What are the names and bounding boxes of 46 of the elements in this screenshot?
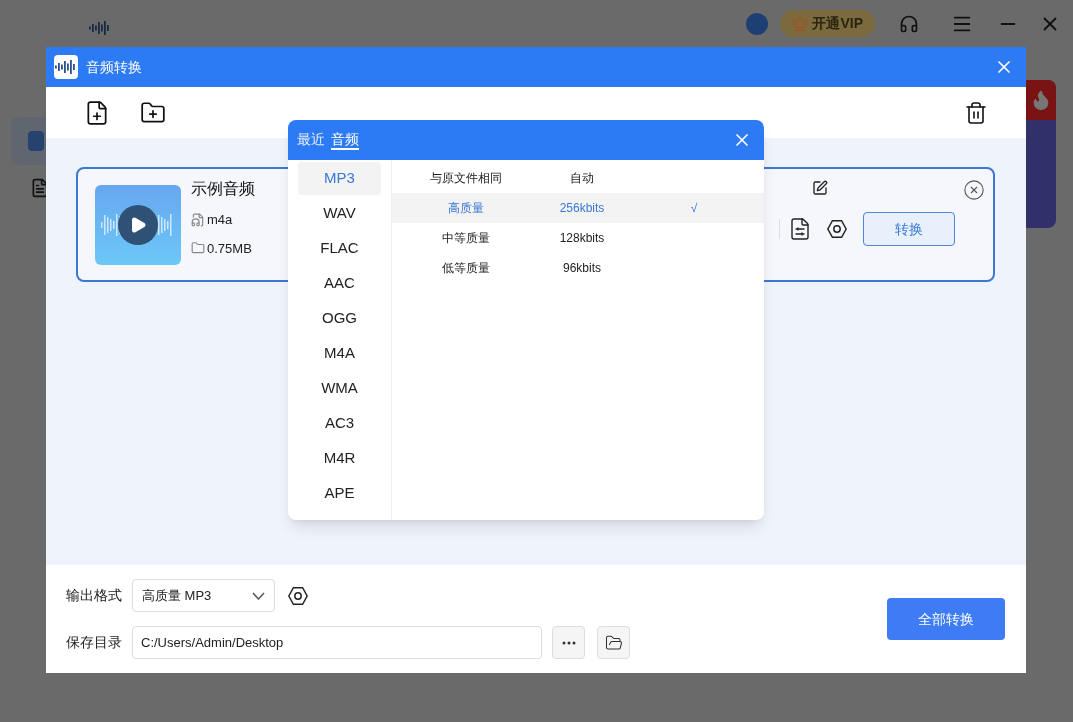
remove-icon[interactable] [963, 179, 985, 201]
settings-icon[interactable] [826, 218, 848, 240]
file-size: 0.75MB [207, 239, 252, 258]
audio-thumbnail[interactable] [95, 184, 181, 265]
support-icon[interactable] [899, 13, 919, 34]
format-option[interactable]: FLAC [298, 232, 381, 265]
delete-icon[interactable] [964, 100, 988, 125]
format-option[interactable]: MP3 [298, 162, 381, 195]
output-format-label: 输出格式 [66, 586, 123, 605]
convert-all-button[interactable]: 全部转换 [887, 598, 1005, 640]
save-directory-label: 保存目录 [66, 633, 123, 652]
format-option[interactable]: APE [298, 477, 381, 510]
settings-icon[interactable] [287, 584, 309, 607]
file-settings-icon[interactable] [788, 217, 812, 241]
music-file-icon [191, 212, 205, 227]
format-option[interactable]: M4A [298, 337, 381, 370]
format-tab[interactable]: 音频 [331, 130, 359, 150]
quality-option[interactable]: 高质量 256kbits √ [392, 193, 764, 223]
play-icon [129, 215, 147, 234]
format-tab[interactable]: 最近 [297, 130, 325, 150]
file-format: m4a [207, 211, 233, 229]
format-option[interactable]: M4R [298, 442, 381, 475]
quality-option[interactable]: 低等质量 96kbits [392, 253, 764, 283]
folder-icon [191, 241, 205, 256]
chevron-down-icon [252, 591, 265, 600]
dialog-title: 音频转换 [86, 57, 142, 77]
folder-icon [604, 633, 623, 652]
play-button[interactable] [118, 204, 158, 245]
format-option[interactable]: OGG [298, 302, 381, 335]
add-file-icon[interactable] [84, 99, 110, 126]
add-folder-icon[interactable] [140, 99, 166, 126]
ellipsis-icon [561, 640, 576, 645]
file-name: 示例音频 [191, 179, 255, 199]
crown-icon [792, 15, 809, 32]
format-option[interactable]: WAV [298, 197, 381, 230]
format-option[interactable]: WMA [298, 372, 381, 405]
quality-option[interactable]: 中等质量 128kbits [392, 223, 764, 253]
convert-button[interactable]: 转换 [863, 212, 955, 246]
format-dropdown[interactable]: 高质量 MP3 [132, 579, 275, 612]
directory-field[interactable]: C:/Users/Admin/Desktop [132, 626, 542, 659]
app-logo [89, 18, 111, 37]
format-option[interactable]: AC3 [298, 407, 381, 440]
edit-icon[interactable] [812, 180, 828, 196]
quality-option[interactable]: 与原文件相同 自动 [392, 163, 764, 193]
open-folder-button[interactable] [597, 626, 630, 659]
format-option[interactable]: AAC [298, 267, 381, 300]
